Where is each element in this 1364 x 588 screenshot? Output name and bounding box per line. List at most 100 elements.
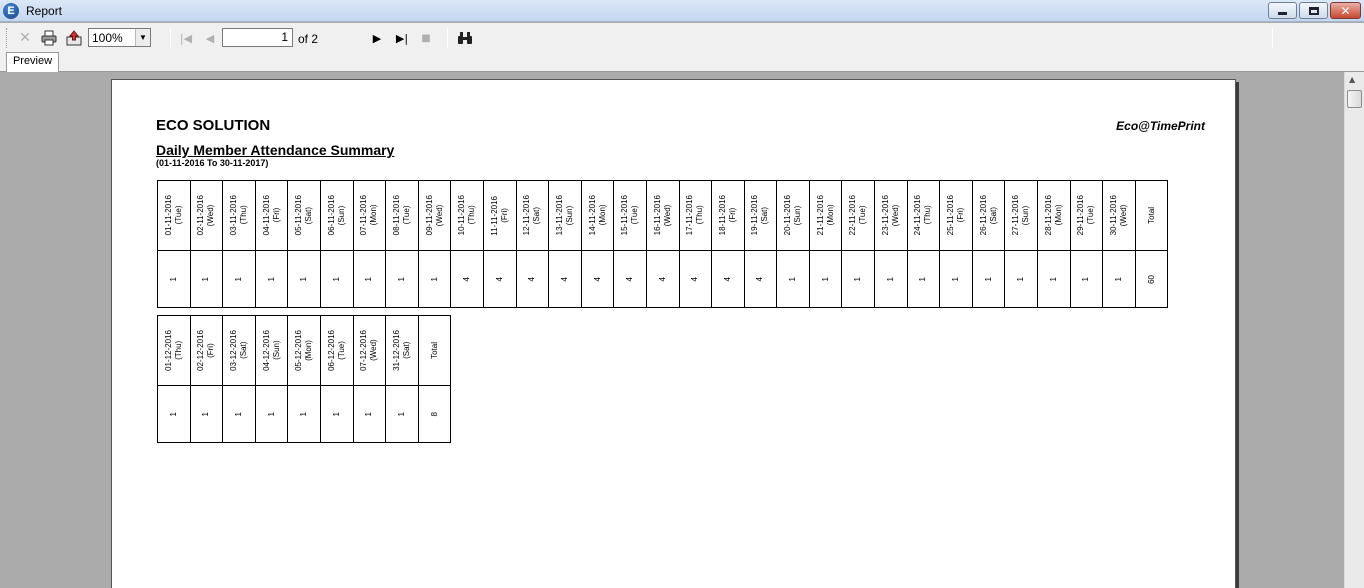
column-header: 19-11-2016 (Sat)	[743, 180, 778, 251]
column-header-label: 23-11-2016 (Wed)	[880, 195, 900, 236]
column-header-label: 28-11-2016 (Mon)	[1043, 195, 1063, 236]
column-header: 23-11-2016 (Wed)	[874, 180, 908, 251]
table-cell: 4	[450, 250, 484, 308]
zoom-select[interactable]: 100% ▼	[88, 28, 151, 47]
column-header-label: 02-11-2016 (Wed)	[196, 195, 216, 236]
column-header-label: 04-11-2016 (Fri)	[261, 195, 281, 236]
cell-value: 4	[722, 276, 732, 282]
tab-strip: Preview	[0, 52, 1364, 72]
table-cell: 1	[1004, 250, 1039, 308]
app-icon: E	[3, 3, 19, 19]
previous-page-button[interactable]: ◀	[200, 28, 220, 48]
table-cell: 1	[776, 250, 810, 308]
scrollbar-thumb[interactable]	[1347, 90, 1362, 108]
column-header-label: 15-11-2016 (Tue)	[620, 195, 640, 236]
column-header: 03-11-2016 (Thu)	[222, 180, 256, 251]
column-header-label: 24-11-2016 (Thu)	[913, 195, 933, 236]
column-header: 04-11-2016 (Fri)	[254, 180, 289, 251]
column-header: 30-11-2016 (Wed)	[1102, 180, 1136, 251]
minimize-button[interactable]	[1268, 2, 1297, 19]
table-cell: 1	[222, 385, 256, 443]
column-header: 26-11-2016 (Sat)	[971, 180, 1006, 251]
cell-value: 1	[331, 276, 341, 282]
cell-value: 1	[233, 411, 243, 417]
column-header: 07-12-2016 (Wed)	[352, 315, 387, 386]
report-page: ECO SOLUTION Eco@TimePrint Daily Member …	[111, 79, 1236, 588]
column-header: 04-12-2016 (Sun)	[254, 315, 289, 386]
cell-value: 4	[755, 276, 765, 282]
find-button[interactable]	[455, 28, 475, 48]
column-header-label: 03-12-2016 (Sat)	[228, 330, 248, 371]
cell-value: 1	[201, 411, 211, 417]
export-button[interactable]	[64, 28, 84, 48]
vertical-scrollbar[interactable]: ▲	[1344, 72, 1364, 588]
column-header-label: 07-12-2016 (Wed)	[359, 330, 379, 371]
scroll-up-icon[interactable]: ▲	[1349, 75, 1355, 84]
cell-value: 1	[299, 411, 309, 417]
table-cell: 1	[352, 385, 387, 443]
company-name: ECO SOLUTION	[156, 117, 271, 134]
column-header-label: Total	[429, 342, 439, 359]
cell-value: 1	[1114, 276, 1124, 282]
table-cell: 8	[417, 385, 452, 443]
table-cell: 1	[189, 250, 224, 308]
table-cell: 4	[645, 250, 680, 308]
table-cell: 1	[1037, 250, 1071, 308]
table-cell: 4	[711, 250, 745, 308]
column-header-label: 21-11-2016 (Mon)	[815, 195, 835, 236]
close-button[interactable]: ✕	[1330, 2, 1361, 19]
page-number-input[interactable]: 1	[222, 28, 293, 47]
stop-icon: ■	[421, 32, 431, 44]
table-cell: 1	[841, 250, 876, 308]
table-cell: 4	[548, 250, 582, 308]
cell-value: 1	[853, 276, 863, 282]
cell-value: 1	[1048, 276, 1058, 282]
column-header-label: 18-11-2016 (Fri)	[717, 195, 737, 236]
table-header-row: 01-11-2016 (Tue) 02-11-2016 (Wed) 03-11-20…	[157, 180, 1169, 251]
cell-value: 1	[820, 276, 830, 282]
cell-value: 1	[983, 276, 993, 282]
column-header: 02-12-2016 (Fri)	[189, 315, 224, 386]
column-header: 01-12-2016 (Thu)	[157, 315, 191, 386]
brand-name: Eco@TimePrint	[1116, 119, 1205, 133]
print-button[interactable]	[39, 28, 59, 48]
cell-value: 1	[1081, 276, 1091, 282]
maximize-button[interactable]	[1299, 2, 1328, 19]
table-cell: 4	[678, 250, 713, 308]
cell-value: 4	[592, 276, 602, 282]
table-cell: 1	[157, 250, 191, 308]
column-header-label: 30-11-2016 (Wed)	[1109, 195, 1129, 236]
column-header: 13-11-2016 (Sun)	[548, 180, 582, 251]
column-header: 01-11-2016 (Tue)	[157, 180, 191, 251]
close-report-button[interactable]: ✕	[15, 28, 35, 48]
column-header: 25-11-2016 (Fri)	[939, 180, 973, 251]
column-header-label: 16-11-2016 (Wed)	[652, 195, 672, 236]
next-page-button[interactable]: ▶	[367, 28, 387, 48]
table-cell: 4	[515, 250, 550, 308]
table-cell: 1	[808, 250, 843, 308]
column-header-label: 29-11-2016 (Tue)	[1076, 195, 1096, 236]
first-page-button[interactable]: |◀	[176, 28, 196, 48]
zoom-value: 100%	[92, 30, 123, 45]
table-cell: 1	[287, 250, 321, 308]
table-cell: 1	[352, 250, 387, 308]
column-header-label: 01-12-2016 (Thu)	[163, 330, 183, 371]
column-header: 06-11-2016 (Sun)	[319, 180, 354, 251]
toolbar-grip	[6, 28, 8, 48]
table-cell: 1	[385, 250, 419, 308]
column-header-label: 09-11-2016 (Wed)	[424, 195, 444, 236]
column-header: 15-11-2016 (Tue)	[613, 180, 647, 251]
last-page-button[interactable]: ▶|	[392, 28, 412, 48]
cell-value: 1	[788, 276, 798, 282]
column-header-label: 20-11-2016 (Sun)	[783, 195, 803, 236]
table-header-row: 01-12-2016 (Thu) 02-12-2016 (Fri) 03-12-20…	[157, 315, 452, 386]
report-title: Daily Member Attendance Summary	[156, 142, 395, 158]
chevron-down-icon[interactable]: ▼	[135, 29, 150, 46]
stop-button[interactable]: ■	[416, 28, 436, 48]
cell-value: 1	[168, 411, 178, 417]
column-header: 12-11-2016 (Sat)	[515, 180, 550, 251]
table-cell: 1	[157, 385, 191, 443]
column-header-label: Total	[1146, 207, 1156, 224]
cell-value: 1	[168, 276, 178, 282]
tab-preview[interactable]: Preview	[6, 52, 59, 72]
